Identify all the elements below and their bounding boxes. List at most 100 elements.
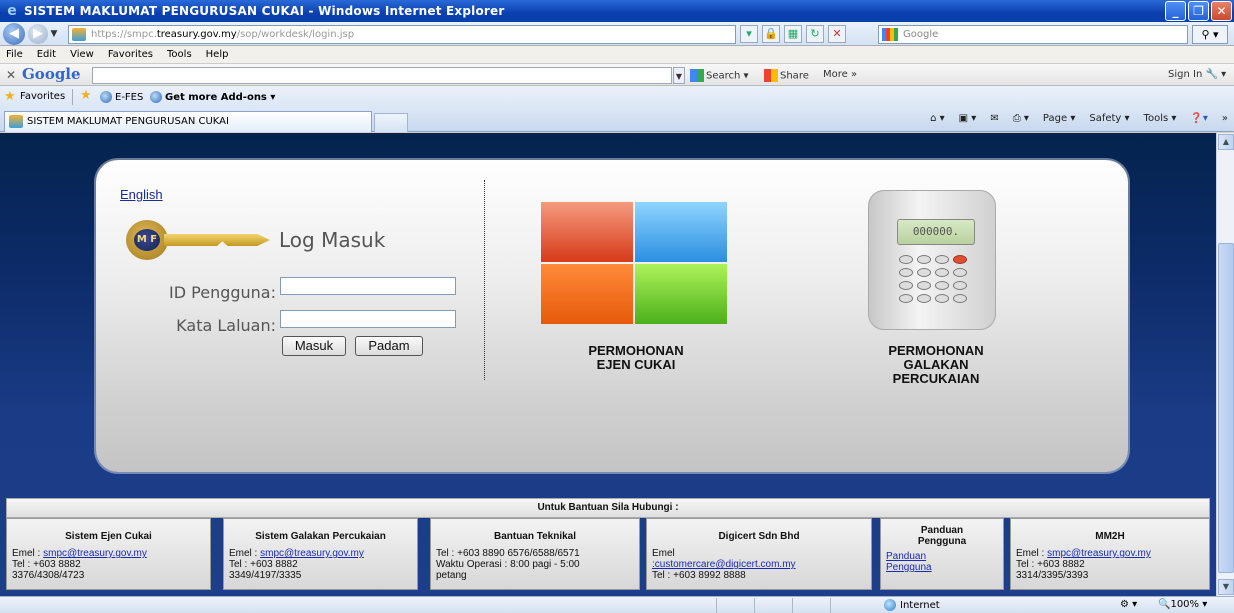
favorites-star-icon: ★	[4, 89, 16, 104]
recent-pages-dropdown[interactable]: ▼	[48, 29, 60, 39]
chevron-more-icon[interactable]: »	[1222, 113, 1228, 124]
stop-icon[interactable]: ✕	[828, 25, 846, 43]
vertical-scrollbar[interactable]: ▲ ▼	[1216, 133, 1234, 596]
menu-tools[interactable]: Tools	[167, 49, 192, 60]
close-button[interactable]: ✕	[1211, 1, 1232, 21]
calculator-keys	[899, 255, 971, 303]
contact-box-digicert: Digicert Sdn Bhd Emel :customercare@digi…	[646, 518, 872, 590]
scroll-thumb[interactable]	[1218, 243, 1234, 573]
ie-page-icon	[100, 91, 112, 103]
reset-button[interactable]: Padam	[355, 336, 423, 356]
page-menu[interactable]: Page ▾	[1043, 113, 1075, 124]
signin-button[interactable]: Sign In 🔧 ▾	[1168, 69, 1226, 80]
tax-incentive-calculator-tile[interactable]: 000000.	[868, 190, 996, 330]
submit-button[interactable]: Masuk	[282, 336, 346, 356]
address-bar: ◀ ▶ ▼ https://smpc.treasury.gov.my/sop/w…	[0, 22, 1234, 46]
user-guide-link[interactable]: Panduan Pengguna	[886, 551, 932, 573]
title-bar: e SISTEM MAKLUMAT PENGURUSAN CUKAI - Win…	[0, 0, 1234, 22]
zoom-level[interactable]: 🔍100% ▾	[1158, 599, 1207, 610]
user-id-label: ID Pengguna:	[169, 283, 276, 302]
search-input[interactable]: Google	[878, 25, 1188, 44]
security-zone[interactable]: Internet	[884, 599, 940, 611]
compatibility-view-icon[interactable]: ▦	[784, 25, 802, 43]
tools-menu[interactable]: Tools ▾	[1144, 113, 1177, 124]
status-cell	[792, 598, 830, 613]
back-button[interactable]: ◀	[3, 22, 25, 45]
grid-red-quadrant	[541, 202, 633, 262]
status-bar: Internet ⚙ ▾ 🔍100% ▾	[0, 596, 1234, 613]
status-cell	[716, 598, 754, 613]
favorite-efes[interactable]: E-FES	[100, 91, 143, 103]
menu-view[interactable]: View	[70, 49, 94, 60]
menu-help[interactable]: Help	[206, 49, 229, 60]
scroll-down-button[interactable]: ▼	[1218, 579, 1234, 595]
tab-active[interactable]: SISTEM MAKLUMAT PENGURUSAN CUKAI	[4, 111, 372, 132]
status-cell	[754, 598, 792, 613]
google-toolbar: ✕ Google ▼ Search ▾ Share More » Sign In…	[0, 63, 1234, 86]
print-icon[interactable]: ⎙ ▾	[1013, 113, 1029, 124]
google-search-input[interactable]	[92, 67, 672, 84]
share-button[interactable]: Share	[764, 69, 809, 82]
ie-page-icon	[150, 91, 162, 103]
email-link[interactable]: smpc@treasury.gov.my	[1047, 548, 1151, 559]
scroll-up-button[interactable]: ▲	[1218, 134, 1234, 150]
safety-menu[interactable]: Safety ▾	[1089, 113, 1129, 124]
favorites-bar: ★ Favorites ★ E-FES Get more Add-ons ▾	[0, 86, 1234, 108]
new-tab-button[interactable]	[374, 113, 408, 132]
forward-button[interactable]: ▶	[28, 23, 48, 44]
site-favicon-icon	[72, 28, 86, 41]
maximize-button[interactable]: ❐	[1188, 1, 1209, 21]
search-button[interactable]: ⚲ ▾	[1192, 25, 1228, 44]
window-controls: _ ❐ ✕	[1165, 1, 1232, 21]
window-title: SISTEM MAKLUMAT PENGURUSAN CUKAI - Windo…	[24, 4, 505, 18]
url-input[interactable]: https://smpc.treasury.gov.my/sop/workdes…	[68, 25, 736, 44]
key-shaft	[164, 234, 270, 246]
grid-green-quadrant	[635, 264, 727, 324]
login-panel: English M F Log Masuk ID Pengguna: Kata …	[96, 160, 1128, 472]
menu-edit[interactable]: Edit	[37, 49, 56, 60]
address-dropdown-icon[interactable]: ▾	[740, 25, 758, 43]
email-link[interactable]: smpc@treasury.gov.my	[43, 548, 147, 559]
google-logo: Google	[22, 65, 81, 83]
email-link[interactable]: smpc@treasury.gov.my	[260, 548, 364, 559]
contact-box-panduan: Panduan Pengguna Panduan Pengguna	[880, 518, 1004, 590]
home-icon[interactable]: ⌂ ▾	[930, 113, 945, 124]
protected-mode-icon[interactable]: ⚙ ▾	[1120, 599, 1137, 610]
google-icon	[882, 28, 898, 41]
status-cell	[830, 598, 878, 613]
password-label: Kata Laluan:	[176, 316, 276, 335]
favorites-button[interactable]: Favorites	[20, 91, 65, 102]
globe-icon	[884, 599, 896, 611]
favorite-get-addons[interactable]: Get more Add-ons ▾	[150, 91, 275, 103]
minimize-button[interactable]: _	[1165, 1, 1186, 21]
tax-incentive-application-label[interactable]: PERMOHONAN GALAKAN PERCUKAIAN	[856, 344, 1016, 386]
mail-icon[interactable]: ✉	[990, 113, 998, 124]
english-link[interactable]: English	[120, 187, 163, 202]
feeds-icon[interactable]: ▣ ▾	[959, 113, 977, 124]
menu-bar: File Edit View Favorites Tools Help	[0, 46, 1234, 63]
more-button[interactable]: More »	[823, 69, 857, 80]
add-favorite-icon[interactable]: ★	[80, 88, 92, 103]
share-icon	[764, 69, 778, 82]
password-input[interactable]	[280, 310, 456, 328]
refresh-icon[interactable]: ↻	[806, 25, 824, 43]
close-toolbar-icon[interactable]: ✕	[6, 68, 16, 82]
help-icon[interactable]: ❓▾	[1190, 113, 1207, 124]
command-bar: ⌂ ▾ ▣ ▾ ✉ ⎙ ▾ Page ▾ Safety ▾ Tools ▾ ❓▾…	[930, 113, 1234, 124]
google-search-dropdown[interactable]: ▼	[673, 67, 685, 84]
contact-box-bantuan-teknikal: Bantuan Teknikal Tel : +603 8890 6576/65…	[430, 518, 640, 590]
google-search-button[interactable]: Search ▾	[690, 69, 749, 82]
email-link[interactable]: :customercare@digicert.com.my	[652, 559, 796, 570]
user-id-input[interactable]	[280, 277, 456, 295]
wrench-icon: 🔧	[1205, 69, 1218, 80]
contact-box-mm2h: MM2H Emel : smpc@treasury.gov.my Tel : +…	[1010, 518, 1210, 590]
menu-file[interactable]: File	[6, 49, 23, 60]
lock-icon[interactable]: 🔒	[762, 25, 780, 43]
tax-agent-application-tile[interactable]	[541, 202, 727, 324]
page-content: English M F Log Masuk ID Pengguna: Kata …	[0, 133, 1216, 596]
tax-agent-application-label[interactable]: PERMOHONAN EJEN CUKAI	[546, 344, 726, 372]
contact-box-galakan-percukaian: Sistem Galakan Percukaian Emel : smpc@tr…	[223, 518, 418, 590]
grid-orange-quadrant	[541, 264, 633, 324]
vertical-divider	[484, 180, 485, 380]
menu-favorites[interactable]: Favorites	[108, 49, 153, 60]
